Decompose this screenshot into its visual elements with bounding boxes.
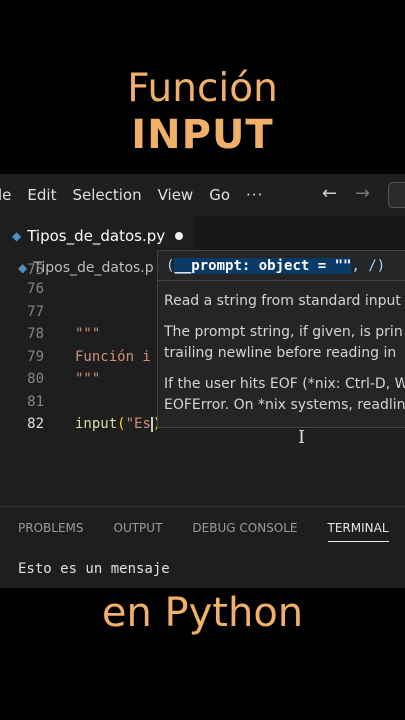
line-number: 78 — [27, 326, 44, 342]
arrow-left-icon[interactable]: ← — [322, 183, 337, 204]
bottom-caption: en Python — [101, 590, 304, 636]
text-cursor-ibeam-icon: I — [298, 427, 306, 448]
command-center-search[interactable] — [388, 182, 405, 208]
line-number-gutter: 75 76 77 78 79 80 81 82 — [0, 262, 52, 436]
line-number: 77 — [27, 303, 44, 320]
line-number: 79 — [27, 348, 44, 365]
tab-problems[interactable]: PROBLEMS — [18, 521, 84, 542]
code-line[interactable] — [75, 301, 161, 324]
input-function: input — [75, 416, 118, 432]
doc-paragraph-3: If the user hits EOF (*nix: Ctrl-D, W EO… — [164, 374, 405, 416]
menu-edit[interactable]: Edit — [27, 186, 56, 204]
tab-terminal[interactable]: TERMINAL — [327, 521, 389, 542]
menu-selection[interactable]: Selection — [72, 186, 141, 204]
signature-help-popup: (__prompt: object = "", /) Read a string… — [157, 250, 405, 428]
vscode-window: le Edit Selection View Go ··· ← → ◆ Tipo… — [0, 174, 405, 588]
signature-suffix: , /) — [351, 258, 386, 274]
code-line[interactable] — [75, 391, 161, 414]
line-number: 76 — [27, 281, 44, 297]
line-number: 75 — [27, 262, 44, 278]
line-number: 81 — [27, 393, 44, 410]
tab-output[interactable]: OUTPUT — [114, 521, 163, 542]
doc-paragraph-2: The prompt string, if given, is prin tra… — [164, 322, 405, 364]
bottom-panel: PROBLEMS OUTPUT DEBUG CONSOLE TERMINAL E… — [0, 506, 405, 588]
code-area[interactable]: """ Función i """ input("Es) — [75, 278, 161, 436]
doc-line: If the user hits EOF (*nix: Ctrl-D, W — [164, 376, 405, 392]
menu-more[interactable]: ··· — [246, 186, 263, 204]
doc-paragraph-1: Read a string from standard input — [164, 293, 401, 309]
doc-line: trailing newline before reading in — [164, 345, 397, 361]
signature-active-param: __prompt: object = "" — [174, 258, 352, 274]
signature-line: (__prompt: object = "", /) — [158, 251, 405, 281]
line-number-active: 82 — [27, 416, 44, 432]
panel-tabs: PROBLEMS OUTPUT DEBUG CONSOLE TERMINAL — [18, 521, 405, 542]
doc-line: EOFError. On *nix systems, readlin — [164, 397, 405, 413]
doc-line: The prompt string, if given, is prin — [164, 324, 403, 340]
menu-file[interactable]: le — [0, 186, 11, 204]
signature-doc: Read a string from standard input The pr… — [158, 281, 405, 416]
menu-bar: le Edit Selection View Go ··· ← → — [0, 174, 405, 216]
menu-view[interactable]: View — [158, 186, 194, 204]
arrow-right-icon[interactable]: → — [355, 183, 370, 204]
tab-label: Tipos_de_datos.py — [27, 227, 166, 245]
menu-go[interactable]: Go — [209, 186, 230, 204]
terminal-output[interactable]: Esto es un mensaje — [18, 561, 170, 577]
tab-debug-console[interactable]: DEBUG CONSOLE — [192, 521, 297, 542]
title-line-2: INPUT — [131, 112, 274, 158]
code-line[interactable] — [75, 278, 161, 301]
code-line-active[interactable]: input("Es) — [75, 413, 161, 436]
code-line[interactable]: Función i — [75, 346, 161, 369]
string-literal: "Es — [125, 416, 151, 432]
title-line-1: Función — [127, 66, 278, 111]
open-paren: ( — [117, 416, 126, 432]
code-line[interactable]: """ — [75, 323, 161, 346]
python-file-icon: ◆ — [12, 229, 22, 243]
code-line[interactable]: """ — [75, 368, 161, 391]
line-number: 80 — [27, 371, 44, 387]
unsaved-dot-icon[interactable] — [175, 232, 184, 240]
